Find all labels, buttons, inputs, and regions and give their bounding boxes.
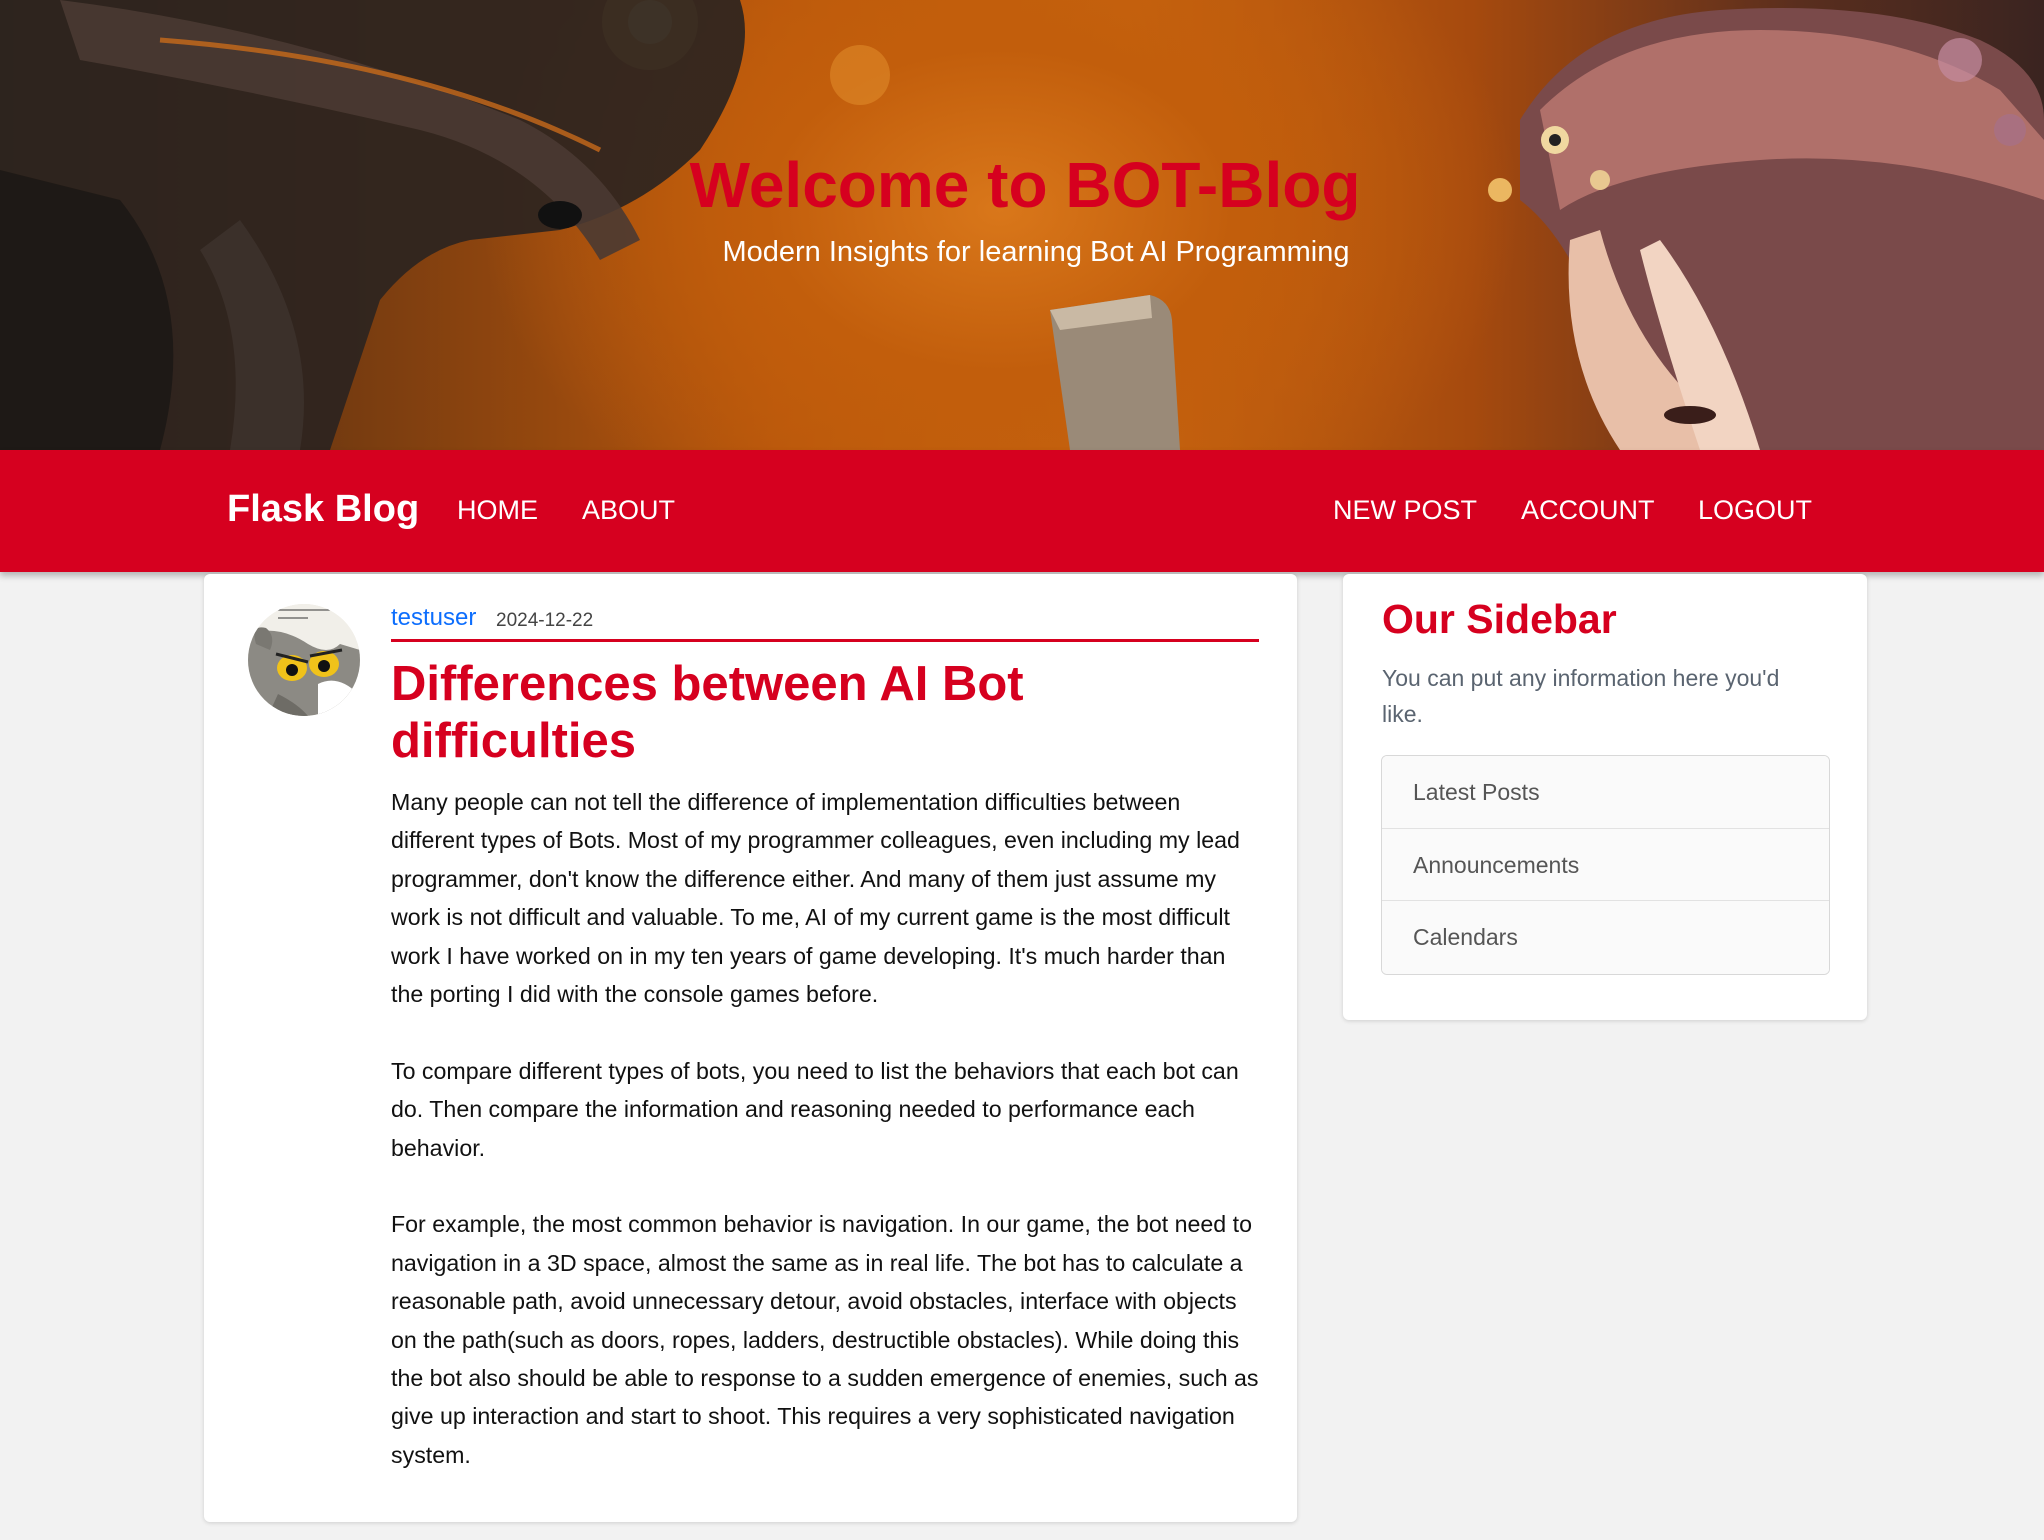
- post-content: Many people can not tell the difference …: [391, 783, 1263, 1513]
- author-avatar[interactable]: [248, 604, 360, 716]
- post-paragraph: To compare different types of bots, you …: [391, 1057, 1239, 1161]
- hero-background-illustration: [0, 0, 2044, 450]
- nav-link-new-post[interactable]: NEW POST: [1333, 495, 1477, 526]
- sidebar: Our Sidebar You can put any information …: [1343, 574, 1867, 1020]
- hero-title: Welcome to BOT-Blog: [689, 149, 1361, 221]
- sidebar-description: You can put any information here you'd l…: [1382, 665, 1780, 727]
- sidebar-item-announcements[interactable]: Announcements: [1382, 828, 1829, 901]
- hero-subtitle: Modern Insights for learning Bot AI Prog…: [722, 236, 1350, 268]
- hero-banner: Welcome to BOT-Blog Modern Insights for …: [0, 0, 2044, 450]
- nav-link-logout[interactable]: LOGOUT: [1698, 495, 1812, 526]
- avatar-image-icon: [248, 604, 360, 716]
- post-title[interactable]: Differences between AI Bot difficulties: [391, 656, 1259, 770]
- nav-link-account[interactable]: ACCOUNT: [1521, 495, 1655, 526]
- top-navbar: Flask Blog HOME ABOUT NEW POST ACCOUNT L…: [0, 450, 2044, 572]
- sidebar-list: Latest Posts Announcements Calendars: [1381, 755, 1830, 975]
- sidebar-title: Our Sidebar: [1382, 596, 1617, 642]
- nav-link-home[interactable]: HOME: [457, 495, 538, 526]
- post-paragraph: For example, the most common behavior is…: [391, 1211, 1259, 1468]
- post-date: 2024-12-22: [496, 610, 594, 631]
- post-meta: testuser 2024-12-22: [391, 600, 1259, 642]
- post-author-link[interactable]: testuser: [391, 604, 476, 632]
- post-card: testuser 2024-12-22 Differences between …: [204, 574, 1297, 1522]
- navbar-brand[interactable]: Flask Blog: [227, 488, 419, 531]
- nav-link-about[interactable]: ABOUT: [582, 495, 675, 526]
- sidebar-item-latest-posts[interactable]: Latest Posts: [1382, 756, 1829, 829]
- sidebar-item-calendars[interactable]: Calendars: [1382, 901, 1829, 974]
- post-paragraph: Many people can not tell the difference …: [391, 789, 1240, 1008]
